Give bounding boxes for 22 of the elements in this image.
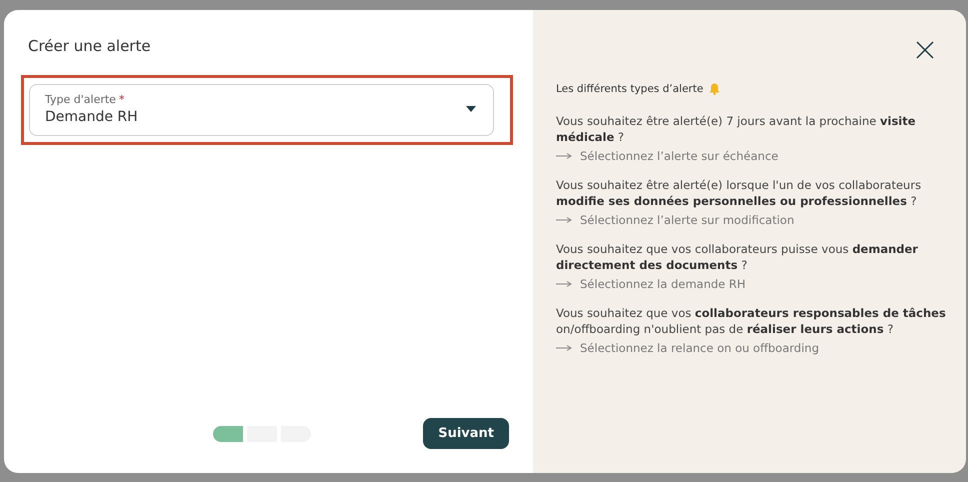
- select-field[interactable]: Type d'alerte * Demande RH: [29, 84, 494, 136]
- arrow-icon: [556, 217, 572, 223]
- tip-question: Vous souhaitez que vos collaborateurs puisse vous demander directement des documents ?: [556, 241, 919, 273]
- field-label: Type d'alerte: [45, 93, 116, 106]
- dialog-title: Créer une alerte: [28, 37, 152, 55]
- tip-question: Vous souhaitez être alerté(e) lorsque l'un de vos collaborateurs modifie ses données personnelles ou professionnelles ?: [556, 177, 922, 209]
- next-button[interactable]: Suivant: [423, 418, 509, 449]
- tip-question: Vous souhaitez que vos collaborateurs responsables de tâches on/offboarding n'oublient pas de réaliser leurs actions ?: [556, 305, 947, 337]
- required-mark: *: [118, 93, 124, 106]
- caret-icon: [466, 106, 476, 112]
- tip-action: Sélectionnez l’alerte sur échéance: [580, 149, 778, 163]
- field-value: Demande RH: [45, 109, 139, 125]
- tip-question: Vous souhaitez être alerté(e) 7 jours avant la prochaine visite médicale ?: [556, 113, 917, 145]
- tip-action: Sélectionnez la relance on ou offboarding: [580, 341, 819, 355]
- arrow-icon: [556, 281, 572, 287]
- tip-action: Sélectionnez l’alerte sur modification: [580, 213, 794, 227]
- bell-icon: [709, 83, 720, 95]
- tip-action: Sélectionnez la demande RH: [580, 277, 746, 291]
- help-heading: Les différents types d’alerte: [556, 83, 704, 95]
- arrow-icon: [556, 345, 572, 351]
- arrow-icon: [556, 153, 572, 159]
- close-icon[interactable]: [916, 41, 934, 59]
